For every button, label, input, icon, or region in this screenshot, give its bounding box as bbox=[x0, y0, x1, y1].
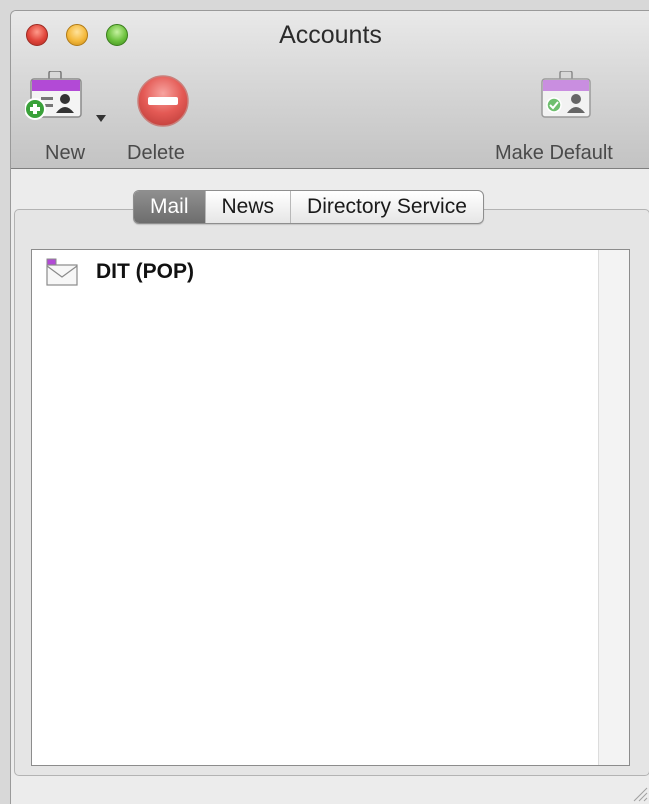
account-type-tabs: Mail News Directory Service bbox=[133, 190, 484, 224]
tab-news[interactable]: News bbox=[204, 191, 291, 223]
id-card-add-icon bbox=[25, 71, 82, 120]
make-default-button-label: Make Default bbox=[495, 142, 613, 164]
delete-account-button[interactable]: Delete bbox=[119, 71, 203, 171]
mail-account-icon bbox=[46, 258, 78, 286]
accounts-window: Accounts New Delete Make Default Mail Ne… bbox=[10, 10, 649, 804]
tab-mail[interactable]: Mail bbox=[134, 191, 205, 223]
make-default-button[interactable]: Make Default bbox=[491, 71, 641, 171]
delete-button-label: Delete bbox=[127, 142, 185, 164]
new-button-label: New bbox=[45, 142, 86, 164]
toolbar: Accounts New Delete Make Default bbox=[11, 11, 649, 169]
window-title: Accounts bbox=[279, 21, 382, 49]
list-item[interactable]: DIT (POP) bbox=[46, 256, 194, 288]
account-name: DIT (POP) bbox=[96, 260, 194, 283]
id-card-check-icon bbox=[541, 71, 591, 118]
tab-directory-service[interactable]: Directory Service bbox=[290, 191, 483, 223]
delete-circle-icon bbox=[137, 75, 189, 127]
vertical-scrollbar[interactable] bbox=[598, 250, 629, 765]
new-account-button[interactable]: New bbox=[25, 71, 105, 171]
new-dropdown-arrow-icon[interactable] bbox=[96, 115, 106, 122]
resize-grip-icon[interactable] bbox=[628, 782, 648, 802]
accounts-list[interactable]: DIT (POP) bbox=[31, 249, 630, 766]
